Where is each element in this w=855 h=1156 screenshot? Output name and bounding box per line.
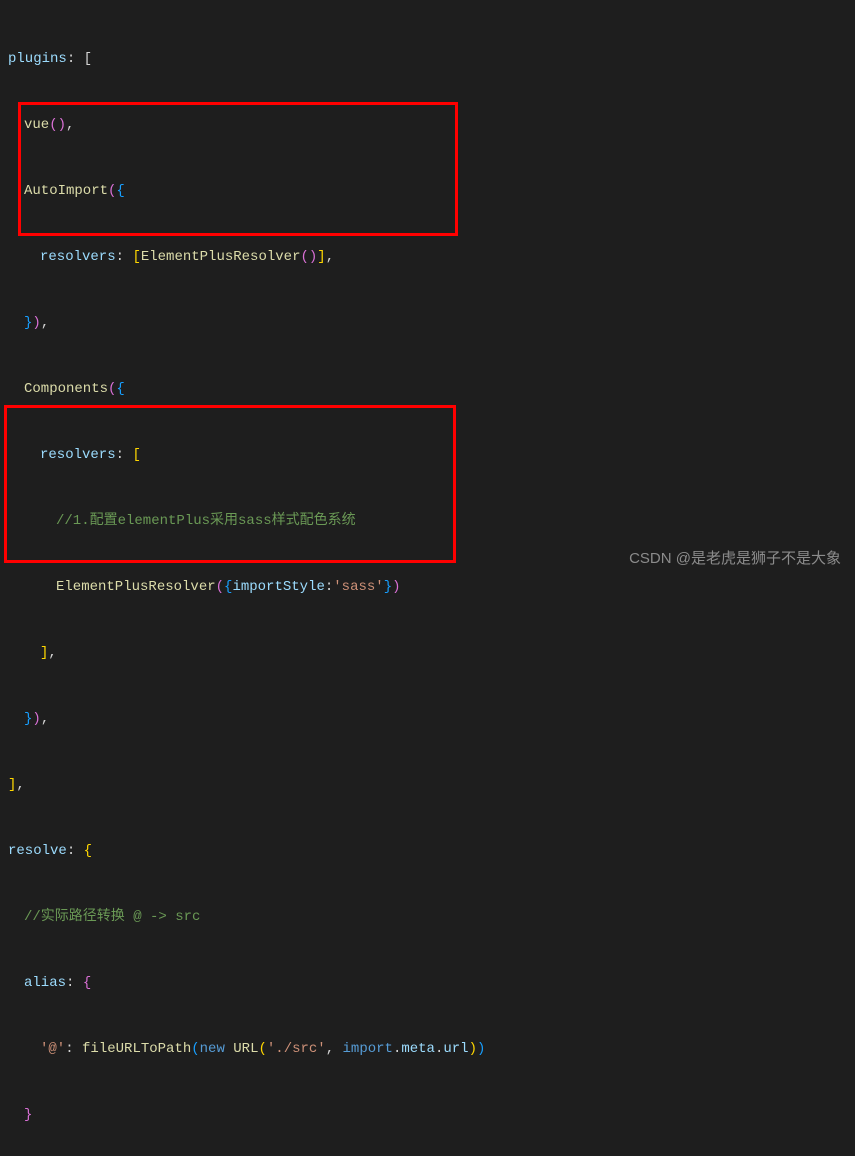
code-editor[interactable]: plugins: [ vue(), AutoImport({ resolvers… [0, 0, 855, 1156]
code-line: }), [0, 708, 855, 730]
code-line: alias: { [0, 972, 855, 994]
code-line: resolve: { [0, 840, 855, 862]
code-line: plugins: [ [0, 48, 855, 70]
code-line: //1.配置elementPlus采用sass样式配色系统 [0, 510, 855, 532]
code-line: //实际路径转换 @ -> src [0, 906, 855, 928]
code-line: Components({ [0, 378, 855, 400]
code-line: }), [0, 312, 855, 334]
watermark: CSDN @是老虎是狮子不是大象 [629, 548, 841, 570]
code-line: '@': fileURLToPath(new URL('./src', impo… [0, 1038, 855, 1060]
code-line: ], [0, 774, 855, 796]
code-line: resolvers: [ [0, 444, 855, 466]
code-line: AutoImport({ [0, 180, 855, 202]
code-line: vue(), [0, 114, 855, 136]
code-line: ElementPlusResolver({importStyle:'sass'}… [0, 576, 855, 598]
code-line: resolvers: [ElementPlusResolver()], [0, 246, 855, 268]
code-line: } [0, 1104, 855, 1126]
code-line: ], [0, 642, 855, 664]
